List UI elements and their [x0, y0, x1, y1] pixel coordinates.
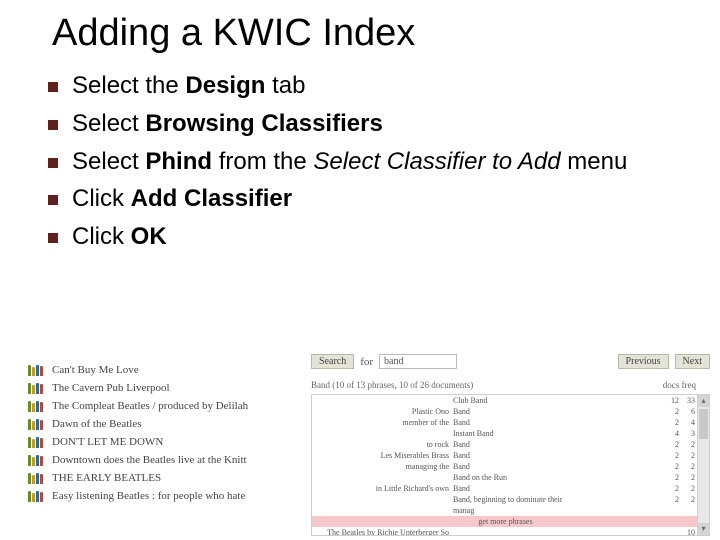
bullet-item: Select the Design tab: [48, 69, 680, 104]
scroll-down-icon[interactable]: ▾: [698, 523, 709, 535]
summary-cols: docs freq: [663, 380, 710, 390]
bullet-text: Select Browsing Classifiers: [72, 107, 680, 142]
phrase-row: member of theBand24: [312, 417, 709, 428]
phrase-row: to rockBand22: [312, 439, 709, 450]
phrase-row: Band, beginning to dominate their manag2…: [312, 494, 709, 516]
get-more-row[interactable]: get more phrases: [312, 516, 709, 527]
bullet-text: Select Phind from the Select Classifier …: [72, 145, 680, 180]
bookshelf-icon: [28, 437, 46, 448]
bookshelf-icon: [28, 491, 46, 502]
bullet-item: Select Phind from the Select Classifier …: [48, 145, 680, 180]
search-input[interactable]: band: [379, 354, 457, 369]
list-item[interactable]: The Cavern Pub Liverpool: [28, 382, 287, 394]
bookshelf-icon: [28, 455, 46, 466]
scroll-up-icon[interactable]: ▴: [698, 395, 709, 407]
list-item[interactable]: The Compleat Beatles / produced by Delil…: [28, 400, 287, 412]
phind-panel: Search for band Previous Next Band (10 o…: [293, 352, 720, 540]
bullet-icon: [48, 82, 58, 92]
screenshot-region: Can't Buy Me Love The Cavern Pub Liverpoo…: [0, 352, 720, 540]
phrase-row: The Beatles by Richie Unterberger So muc…: [312, 527, 709, 536]
bookshelf-icon: [28, 401, 46, 412]
bullet-icon: [48, 120, 58, 130]
search-for-label: for: [360, 356, 373, 368]
phrase-row: Instant Band43: [312, 428, 709, 439]
list-item[interactable]: DON'T LET ME DOWN: [28, 436, 287, 448]
bookshelf-icon: [28, 419, 46, 430]
list-item-label: Downtown does the Beatles live at the Kn…: [52, 454, 247, 466]
bookshelf-icon: [28, 383, 46, 394]
list-item[interactable]: Easy listening Beatles : for people who …: [28, 490, 287, 502]
bullet-item: Click OK: [48, 220, 680, 255]
phrase-row: Plastic OnoBand26: [312, 406, 709, 417]
bullet-list: Select the Design tabSelect Browsing Cla…: [0, 63, 720, 255]
bullet-text: Click OK: [72, 220, 680, 255]
bullet-icon: [48, 158, 58, 168]
summary-text: Band (10 of 13 phrases, 10 of 26 documen…: [311, 380, 473, 390]
phrase-row: managing theBand22: [312, 461, 709, 472]
bullet-icon: [48, 233, 58, 243]
bullet-icon: [48, 195, 58, 205]
list-item-label: Dawn of the Beatles: [52, 418, 142, 430]
list-item-label: The Compleat Beatles / produced by Delil…: [52, 400, 248, 412]
results-list: Can't Buy Me Love The Cavern Pub Liverpoo…: [0, 352, 293, 540]
scrollbar[interactable]: ▴ ▾: [697, 395, 709, 535]
list-item[interactable]: Downtown does the Beatles live at the Kn…: [28, 454, 287, 466]
list-item-label: Easy listening Beatles : for people who …: [52, 490, 245, 502]
phrase-table: ▴ ▾ Club Band1233Plastic OnoBand26member…: [311, 394, 710, 536]
prev-button[interactable]: Previous: [618, 354, 669, 369]
phrase-row: Club Band1233: [312, 395, 709, 406]
list-item-label: The Cavern Pub Liverpool: [52, 382, 170, 394]
phrase-row: Band on the Run22: [312, 472, 709, 483]
scroll-thumb[interactable]: [699, 409, 708, 439]
bookshelf-icon: [28, 473, 46, 484]
bullet-item: Select Browsing Classifiers: [48, 107, 680, 142]
phrase-row: Les Miserables BrassBand22: [312, 450, 709, 461]
bullet-text: Click Add Classifier: [72, 182, 680, 217]
list-item[interactable]: Dawn of the Beatles: [28, 418, 287, 430]
list-item-label: THE EARLY BEATLES: [52, 472, 161, 484]
slide-title: Adding a KWIC Index: [0, 0, 720, 63]
bullet-text: Select the Design tab: [72, 69, 680, 104]
search-button[interactable]: Search: [311, 354, 354, 369]
list-item-label: Can't Buy Me Love: [52, 364, 139, 376]
phrase-row: in Little Richard's ownBand22: [312, 483, 709, 494]
bullet-item: Click Add Classifier: [48, 182, 680, 217]
list-item[interactable]: THE EARLY BEATLES: [28, 472, 287, 484]
bookshelf-icon: [28, 365, 46, 376]
list-item-label: DON'T LET ME DOWN: [52, 436, 163, 448]
next-button[interactable]: Next: [675, 354, 710, 369]
search-bar: Search for band Previous Next: [311, 354, 710, 369]
list-item[interactable]: Can't Buy Me Love: [28, 364, 287, 376]
